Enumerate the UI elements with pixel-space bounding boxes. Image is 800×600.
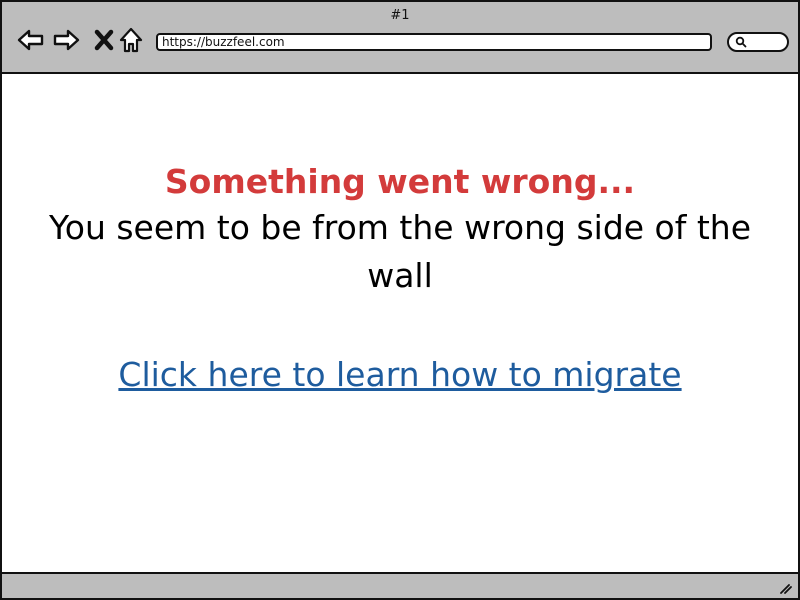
search-box[interactable]	[727, 32, 789, 52]
error-title: Something went wrong...	[164, 162, 636, 201]
error-description: You seem to be from the wrong side of th…	[48, 208, 752, 295]
url-text: https://buzzfeel.com	[162, 35, 285, 49]
page-content: Something went wrong... You seem to be f…	[2, 74, 798, 572]
back-button[interactable]	[16, 25, 46, 55]
address-bar[interactable]: https://buzzfeel.com	[156, 33, 712, 51]
browser-window: #1 https://buzzfeel.com Something went w…	[0, 0, 800, 600]
home-button[interactable]	[116, 25, 146, 55]
home-icon	[119, 27, 143, 53]
search-icon	[735, 36, 747, 48]
close-icon	[94, 29, 114, 51]
forward-arrow-icon	[53, 29, 80, 51]
error-message: Something went wrong... You seem to be f…	[2, 162, 798, 300]
resize-grip-icon[interactable]	[778, 580, 792, 594]
browser-toolbar: #1 https://buzzfeel.com	[2, 2, 798, 74]
back-arrow-icon	[17, 29, 44, 51]
status-bar	[2, 572, 798, 598]
stop-button[interactable]	[89, 25, 119, 55]
migrate-link[interactable]: Click here to learn how to migrate	[2, 354, 798, 396]
forward-button[interactable]	[51, 25, 81, 55]
tab-title: #1	[390, 8, 410, 23]
